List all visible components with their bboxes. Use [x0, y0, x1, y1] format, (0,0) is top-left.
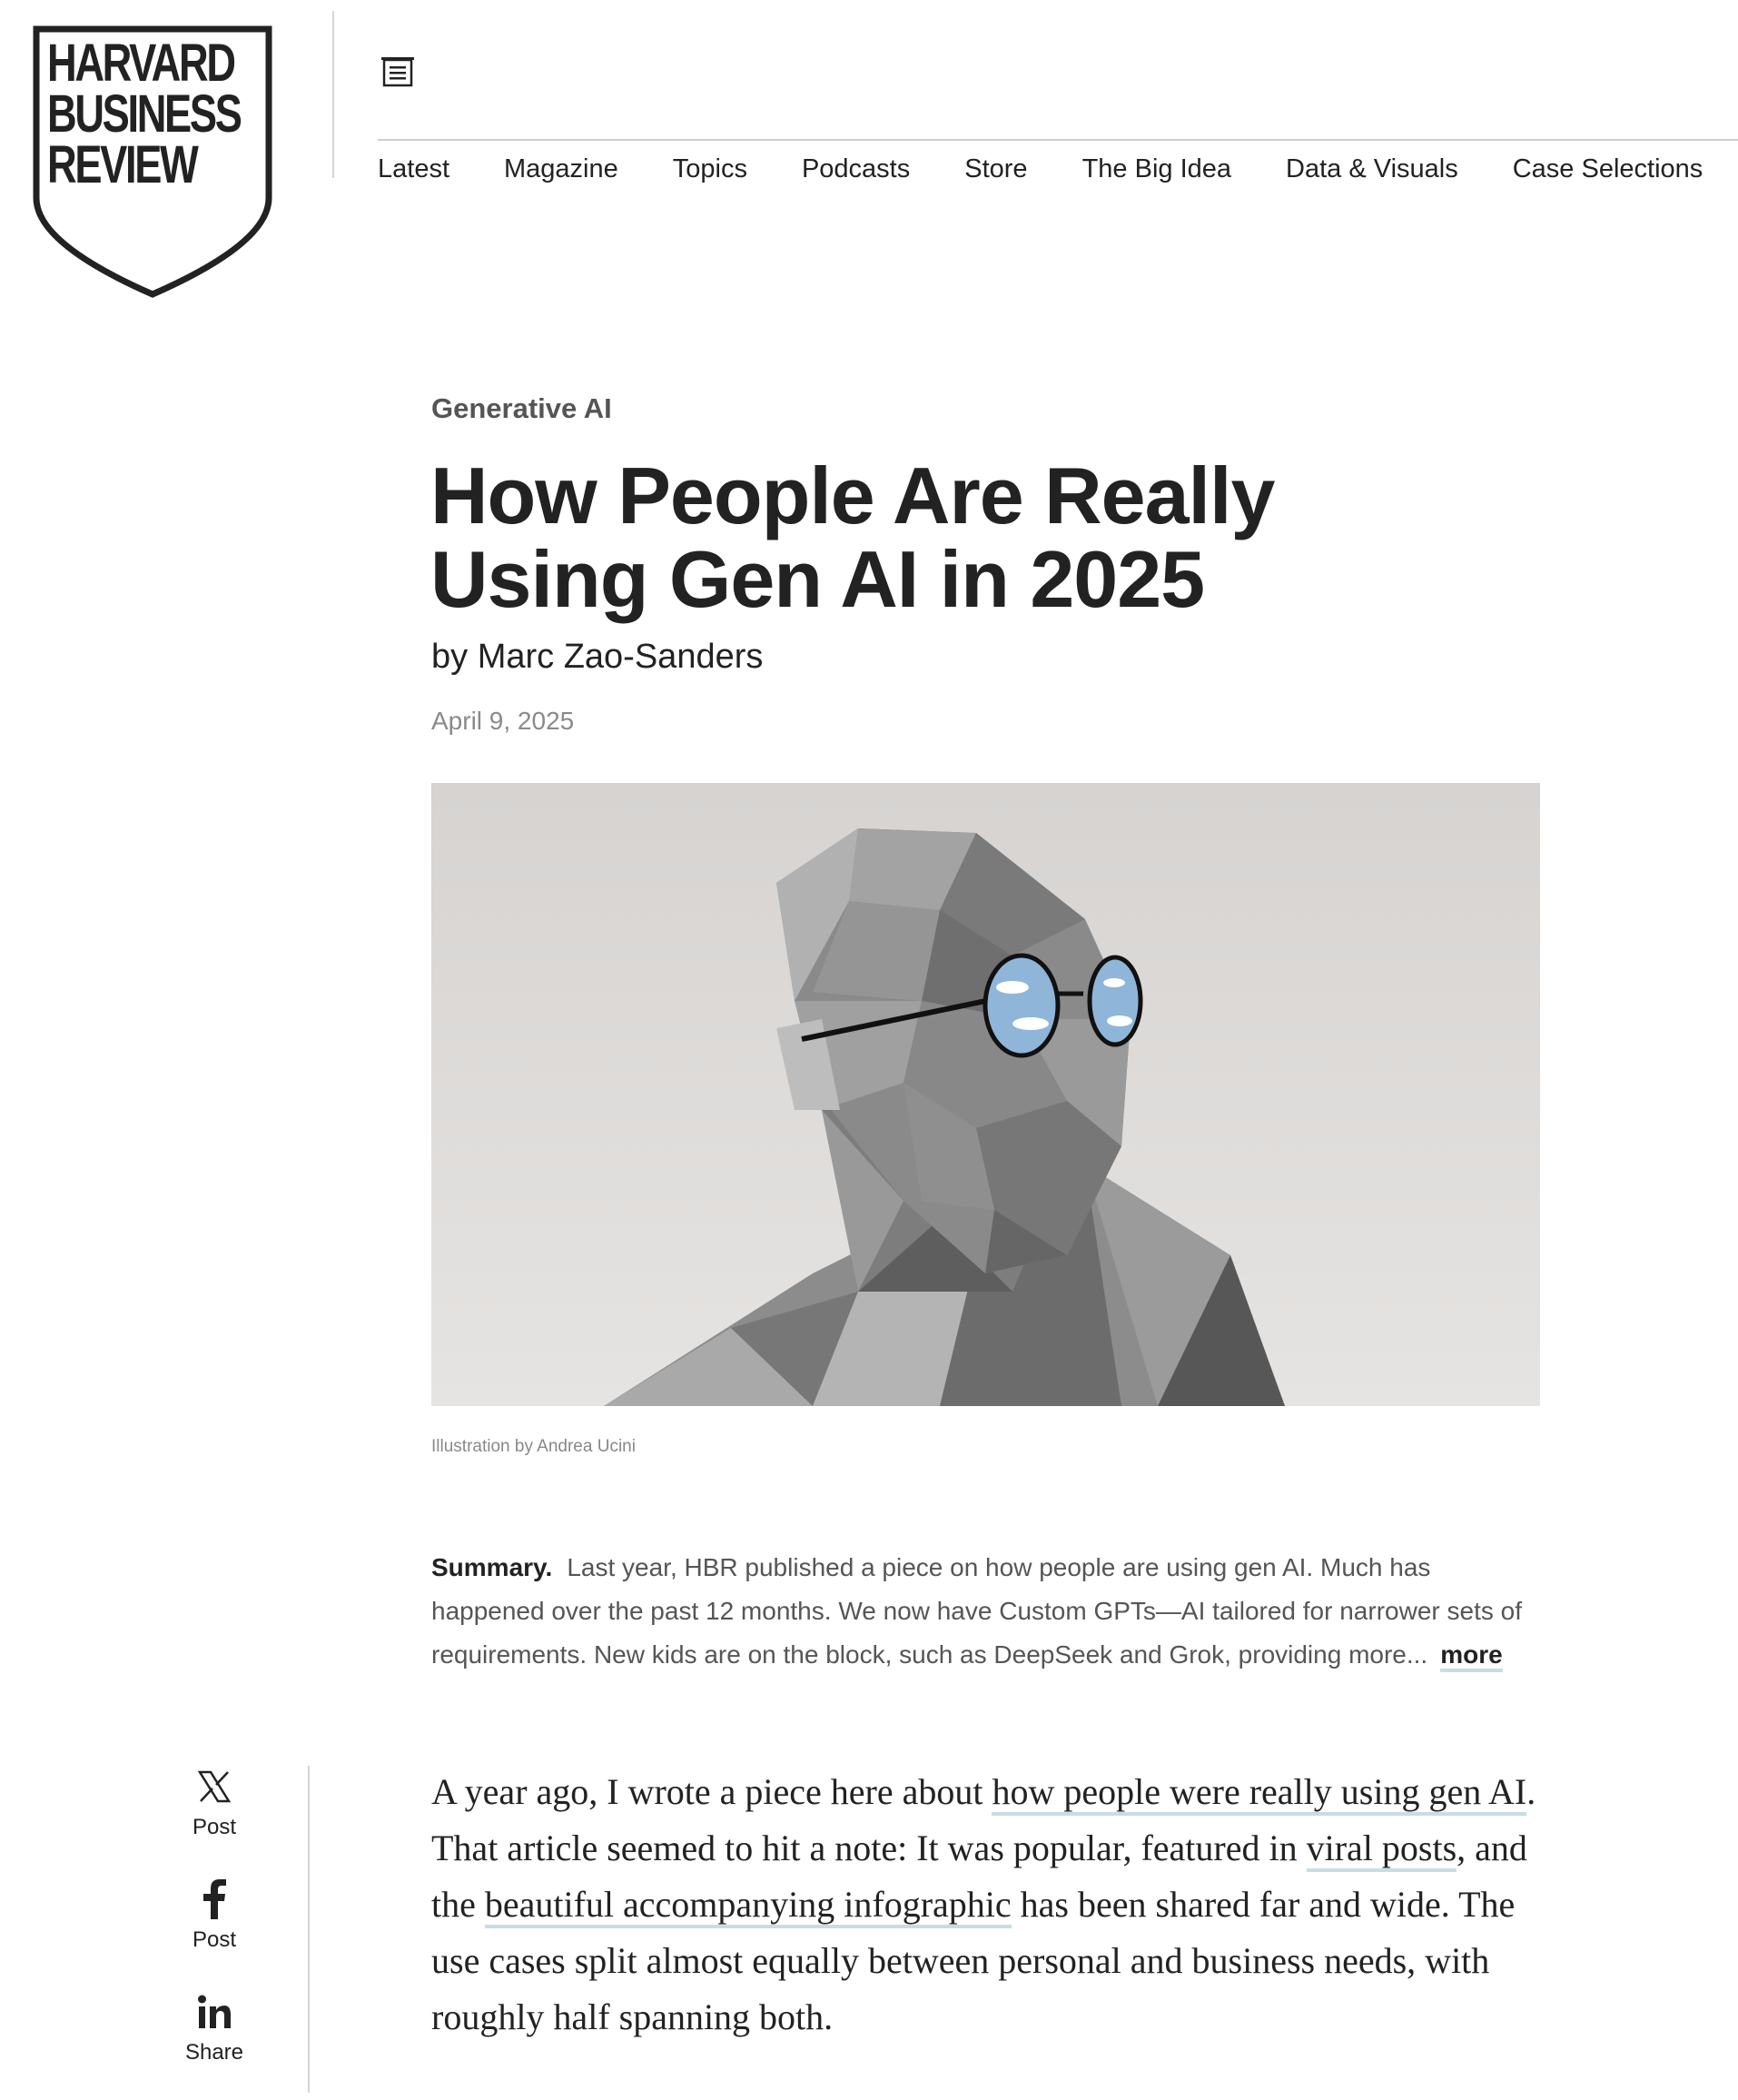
article-body-paragraph: A year ago, I wrote a piece here about h…: [431, 1764, 1539, 2046]
linkedin-icon: [160, 1987, 269, 2036]
logo-line: HARVARD: [47, 34, 236, 93]
logo-wordmark: HARVARD BUSINESS REVIEW: [47, 34, 242, 194]
body-link-gen-ai-piece[interactable]: how people were really using gen AI: [992, 1771, 1527, 1816]
x-icon: [160, 1762, 269, 1811]
image-caption: Illustration by Andrea Ucini: [431, 1437, 636, 1456]
low-poly-head-illustration: [431, 783, 1540, 1406]
nav-item-magazine[interactable]: Magazine: [504, 154, 618, 184]
share-facebook-button[interactable]: Post: [160, 1875, 269, 1953]
author-link[interactable]: Marc Zao-Sanders: [478, 638, 764, 676]
logo-line: REVIEW: [47, 135, 199, 194]
share-linkedin-label: Share: [184, 2040, 244, 2065]
nav-item-latest[interactable]: Latest: [378, 154, 449, 184]
logo-line: BUSINESS: [47, 84, 242, 144]
nav-item-store[interactable]: Store: [964, 154, 1027, 184]
nav-item-big-idea[interactable]: The Big Idea: [1082, 154, 1231, 184]
publish-date: April 9, 2025: [431, 707, 575, 735]
byline: by Marc Zao-Sanders: [431, 638, 763, 677]
hbr-logo[interactable]: HARVARD BUSINESS REVIEW: [33, 25, 272, 298]
summary-label: Summary.: [431, 1553, 553, 1581]
primary-nav: Latest Magazine Topics Podcasts Store Th…: [378, 154, 1738, 184]
share-x-label: Post: [192, 1815, 237, 1839]
share-x-button[interactable]: Post: [160, 1762, 269, 1840]
share-rail: Post Post Share: [160, 1762, 269, 2100]
topic-kicker[interactable]: Generative AI: [431, 392, 612, 425]
hero-illustration: [431, 783, 1540, 1406]
summary-more-link[interactable]: more: [1440, 1640, 1503, 1672]
header-divider: [332, 11, 334, 178]
share-linkedin-button[interactable]: Share: [160, 1987, 269, 2065]
body-link-viral-posts[interactable]: viral posts: [1306, 1828, 1457, 1872]
nav-item-data-visuals[interactable]: Data & Visuals: [1286, 154, 1458, 184]
facebook-icon: [160, 1875, 269, 1924]
nav-rule: [378, 139, 1738, 141]
share-divider: [308, 1766, 310, 2093]
nav-item-podcasts[interactable]: Podcasts: [802, 154, 910, 184]
article-title: How People Are Really Using Gen AI in 20…: [430, 451, 1275, 624]
nav-item-case-selections[interactable]: Case Selections: [1513, 154, 1703, 184]
menu-icon[interactable]: [378, 54, 418, 89]
article-summary: Summary. Last year, HBR published a piece…: [431, 1546, 1539, 1677]
body-text: A year ago, I wrote a piece here about: [431, 1771, 992, 1812]
share-facebook-label: Post: [192, 1927, 237, 1952]
summary-text: Last year, HBR published a piece on how …: [431, 1553, 1522, 1669]
body-link-infographic[interactable]: beautiful accompanying infographic: [484, 1884, 1012, 1928]
byline-prefix: by: [431, 638, 469, 676]
nav-item-topics[interactable]: Topics: [673, 154, 747, 184]
